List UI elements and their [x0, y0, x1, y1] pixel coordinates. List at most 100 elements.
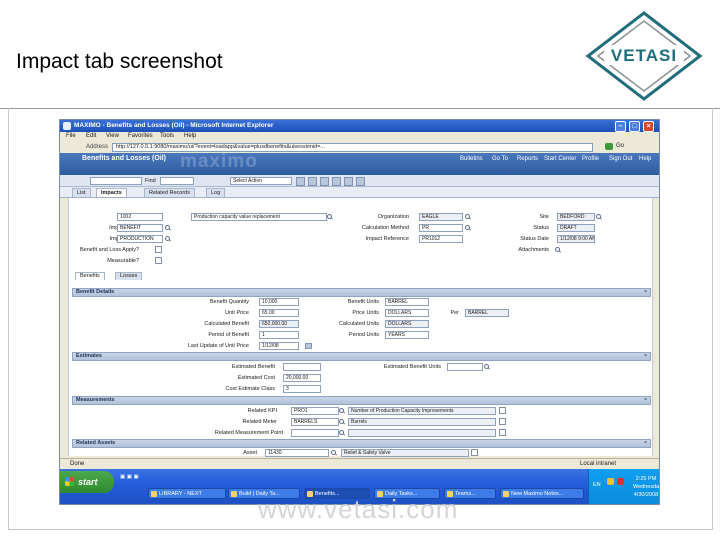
- menu-favorites[interactable]: Favorites: [128, 133, 153, 139]
- select-action-dropdown[interactable]: Select Action: [230, 177, 292, 185]
- tab-list[interactable]: List: [72, 188, 91, 197]
- impact-field[interactable]: 1002: [117, 213, 163, 221]
- find-options[interactable]: [160, 177, 194, 185]
- calendar-icon[interactable]: [305, 343, 312, 349]
- collapse-icon[interactable]: ≈: [644, 397, 647, 404]
- menu-edit[interactable]: Edit: [86, 133, 96, 139]
- benefit-details-section[interactable]: Benefit Details ≈: [72, 288, 651, 297]
- site-lookup-icon[interactable]: [596, 214, 602, 220]
- subtab-losses[interactable]: Losses: [115, 272, 143, 280]
- related-kpi-description[interactable]: Number of Production Capacity Improvemen…: [348, 407, 496, 415]
- tray-icon[interactable]: [617, 478, 624, 485]
- detail-icon[interactable]: [327, 214, 333, 220]
- language-indicator[interactable]: EN: [593, 481, 601, 489]
- tab-related-records[interactable]: Related Records: [144, 188, 195, 197]
- status-field[interactable]: DRAFT: [557, 224, 595, 232]
- related-assets-section[interactable]: Related Assets ≈: [72, 439, 651, 448]
- estimated-cost-field[interactable]: 20,000.00: [283, 374, 321, 382]
- tab-impacts[interactable]: Impacts: [96, 188, 127, 197]
- link-reports[interactable]: Reports: [517, 156, 538, 162]
- link-start-center[interactable]: Start Center: [544, 156, 576, 162]
- minimize-icon[interactable]: –: [615, 121, 626, 132]
- next-icon[interactable]: [344, 177, 353, 186]
- calculated-benefit-field[interactable]: 650,000.00: [259, 320, 299, 328]
- previous-icon[interactable]: [332, 177, 341, 186]
- organization-field[interactable]: EAGLE: [419, 213, 463, 221]
- benefit-units-field[interactable]: BARREL: [385, 298, 429, 306]
- related-kpi-detail-icon[interactable]: [499, 407, 506, 414]
- related-meter-description[interactable]: Barrels: [348, 418, 496, 426]
- collapse-icon[interactable]: ≈: [644, 353, 647, 360]
- related-measurement-point-detail-icon[interactable]: [499, 429, 506, 436]
- impact-description-field[interactable]: Production capacity value replacement: [191, 213, 327, 221]
- menu-file[interactable]: File: [66, 133, 76, 139]
- impact-area-field[interactable]: PRODUCTION: [117, 235, 163, 243]
- organization-lookup-icon[interactable]: [465, 214, 471, 220]
- quick-launch[interactable]: ▣ ▣ ▣: [120, 473, 139, 481]
- estimates-section[interactable]: Estimates ≈: [72, 352, 651, 361]
- measurements-section[interactable]: Measurements ≈: [72, 396, 651, 405]
- related-meter-detail-icon[interactable]: [499, 418, 506, 425]
- new-record-icon[interactable]: [296, 177, 305, 186]
- subtab-benefits[interactable]: Benefits: [75, 272, 105, 280]
- asset-lookup-icon[interactable]: [331, 450, 337, 456]
- estimated-benefit-units-lookup-icon[interactable]: [484, 364, 490, 370]
- find-input[interactable]: [90, 177, 142, 185]
- related-kpi-field[interactable]: PRO1: [291, 407, 339, 415]
- per-field[interactable]: BARREL: [465, 309, 509, 317]
- save-icon[interactable]: [308, 177, 317, 186]
- link-goto[interactable]: Go To: [492, 156, 508, 162]
- unit-price-field[interactable]: 65.00: [259, 309, 299, 317]
- related-measurement-point-field[interactable]: [291, 429, 339, 437]
- calculation-method-lookup-icon[interactable]: [465, 225, 471, 231]
- site-field[interactable]: BEDFORD: [557, 213, 595, 221]
- collapse-icon[interactable]: ≈: [644, 440, 647, 447]
- related-meter-field[interactable]: BARRELS: [291, 418, 339, 426]
- menu-tools[interactable]: Tools: [160, 133, 174, 139]
- tray-icon[interactable]: [607, 478, 614, 485]
- impact-type-lookup-icon[interactable]: [165, 225, 171, 231]
- cost-estimate-class-field[interactable]: 3: [283, 385, 321, 393]
- link-bulletins[interactable]: Bulletins: [460, 156, 483, 162]
- menu-view[interactable]: View: [106, 133, 119, 139]
- last-update-field[interactable]: 1/12/08: [259, 342, 299, 350]
- taskbar-button-1[interactable]: LIBRARY - NEXT: [148, 488, 226, 499]
- related-measurement-point-lookup-icon[interactable]: [339, 430, 345, 436]
- maximize-icon[interactable]: □: [629, 121, 640, 132]
- link-profile[interactable]: Profile: [582, 156, 599, 162]
- link-sign-out[interactable]: Sign Out: [609, 156, 632, 162]
- go-button[interactable]: Go: [605, 142, 639, 151]
- asset-detail-icon[interactable]: [471, 449, 478, 456]
- related-kpi-lookup-icon[interactable]: [339, 408, 345, 414]
- calculation-method-field[interactable]: PR: [419, 224, 463, 232]
- period-of-benefit-field[interactable]: 1: [259, 331, 299, 339]
- attachments-label[interactable]: Attachments: [479, 247, 549, 253]
- benefit-units-label: Benefit Units: [347, 299, 379, 305]
- measurable-checkbox[interactable]: [155, 257, 162, 264]
- collapse-icon[interactable]: ≈: [644, 289, 647, 296]
- bulletin-icon[interactable]: [320, 177, 329, 186]
- impact-area-lookup-icon[interactable]: [165, 236, 171, 242]
- related-meter-lookup-icon[interactable]: [339, 419, 345, 425]
- route-icon[interactable]: [356, 177, 365, 186]
- related-measurement-point-description[interactable]: [348, 429, 496, 437]
- attachments-icon[interactable]: [555, 247, 561, 253]
- calculated-units-field[interactable]: DOLLARS: [385, 320, 429, 328]
- tab-log[interactable]: Log: [206, 188, 226, 197]
- period-units-field[interactable]: YEARS: [385, 331, 429, 339]
- impact-type-field[interactable]: BENEFIT: [117, 224, 163, 232]
- close-icon[interactable]: ×: [643, 121, 654, 132]
- start-button[interactable]: start: [60, 471, 114, 493]
- taskbar-button-6[interactable]: New Maximo Notes...: [500, 488, 584, 499]
- link-help[interactable]: Help: [639, 156, 651, 162]
- find-label[interactable]: Find: [145, 178, 156, 184]
- benefit-quantity-field[interactable]: 10,000: [259, 298, 299, 306]
- asset-field[interactable]: 11430: [265, 449, 329, 457]
- estimated-benefit-units-field[interactable]: [447, 363, 483, 371]
- impact-reference-field[interactable]: PR1012: [419, 235, 463, 243]
- estimated-benefit-field[interactable]: [283, 363, 321, 371]
- asset-description[interactable]: Relief & Safety Valve: [341, 449, 469, 457]
- menu-help[interactable]: Help: [184, 133, 196, 139]
- status-date-field[interactable]: 1/12/08 9:00 AM: [557, 235, 595, 243]
- benefit-loss-apply-checkbox[interactable]: [155, 246, 162, 253]
